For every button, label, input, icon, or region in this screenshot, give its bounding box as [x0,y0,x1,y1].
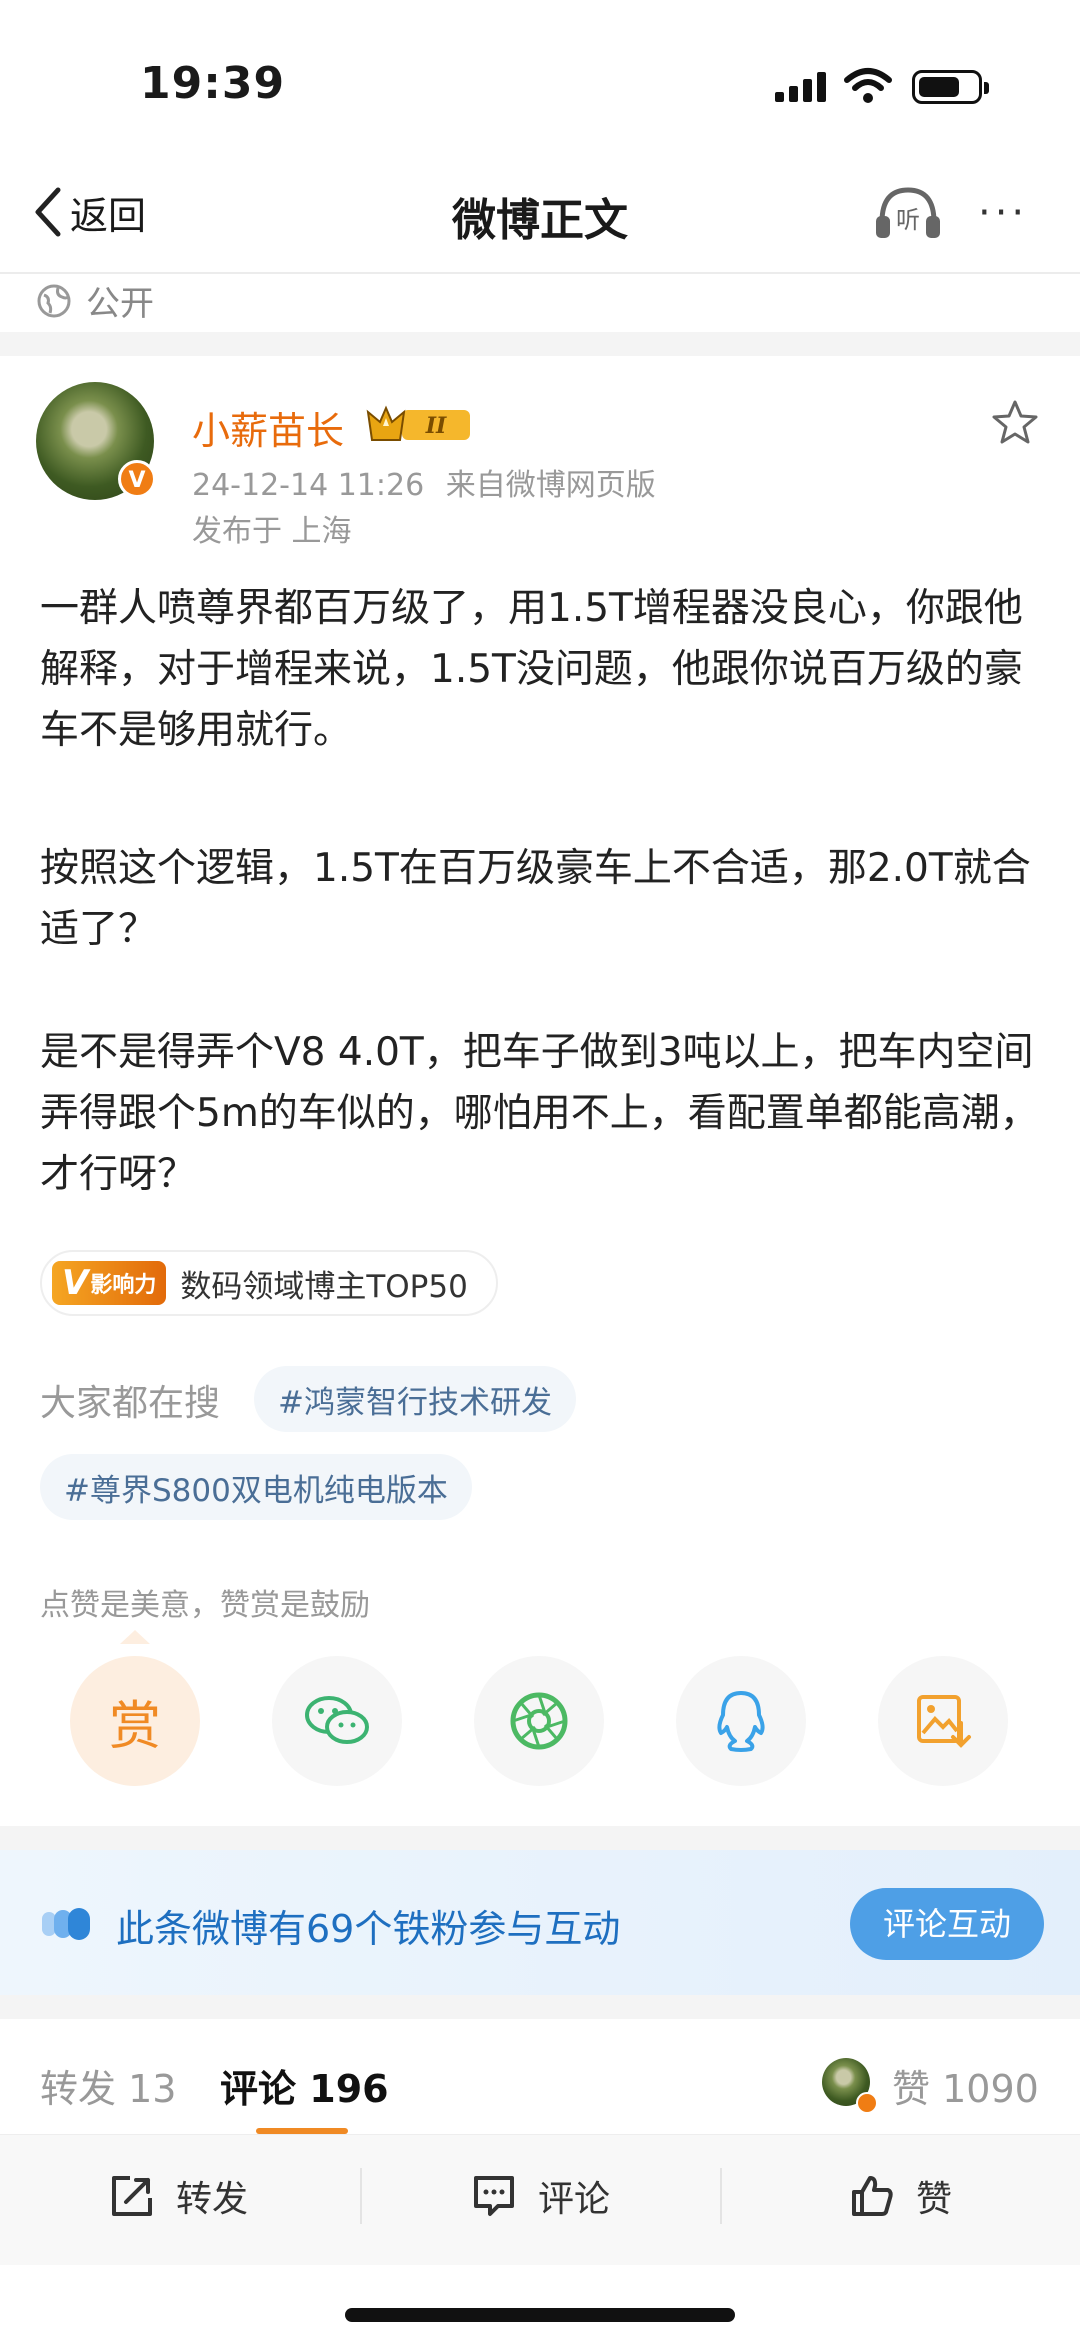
section-gap [0,1826,1080,1850]
share-moments-button[interactable] [474,1656,604,1786]
more-options-button[interactable]: ··· [978,190,1028,236]
cellular-signal-icon [775,72,826,102]
share-arrow-icon [112,2176,152,2216]
visibility-label: 公开 [86,284,154,324]
listen-button[interactable]: 听 [872,182,944,246]
svg-text:听: 听 [896,206,920,234]
trending-tag-1[interactable]: #鸿蒙智行技术研发 [254,1366,576,1432]
comment-bubble-icon [474,2176,514,2216]
post-paragraph-3: 是不是得弄个V8 4.0T，把车子做到3吨以上，把车内空间弄得跟个5m的车似的，… [40,1030,1039,1197]
comment-interact-button[interactable]: 评论互动 [850,1888,1044,1960]
home-indicator [345,2308,735,2322]
bar-separator [720,2168,722,2224]
post-meta: 24-12-14 11:26 来自微博网页版 [192,460,656,504]
influence-logo: V 影响力 [52,1261,167,1305]
thumbs-up-icon [852,2176,893,2216]
visibility-row: 公开 [36,276,154,325]
vip-level-badge: II [366,405,470,441]
influence-badge[interactable]: V 影响力 数码领域博主TOP50 [40,1250,498,1316]
headphones-icon: 听 [876,187,940,238]
author-name[interactable]: 小薪苗长 [192,400,344,455]
save-image-icon [917,1695,971,1748]
status-time: 19:39 [140,58,286,109]
share-qq-button[interactable] [676,1656,806,1786]
battery-icon [912,70,989,104]
globe-icon [37,284,71,317]
bar-separator [360,2168,362,2224]
moments-icon [510,1692,568,1750]
comment-button[interactable]: 评论 [470,2170,610,2222]
favorite-star-icon[interactable] [990,398,1040,448]
influence-label: 数码领域博主TOP50 [180,1268,468,1305]
verified-badge: V [118,460,156,498]
trending-label: 大家都在搜 [40,1383,221,1424]
tab-repost[interactable]: 转发 13 [40,2058,176,2113]
wechat-icon [305,1696,369,1744]
post-timestamp: 24-12-14 11:26 [192,468,425,503]
save-image-button[interactable] [878,1656,1008,1786]
section-gap [0,1995,1080,2019]
post-paragraph-2: 按照这个逻辑，1.5T在百万级豪车上不合适，那2.0T就合适了？ [40,846,1031,952]
like-button[interactable]: 赞 [848,2170,952,2222]
tab-comment[interactable]: 评论 196 [220,2058,389,2113]
qq-icon [717,1691,765,1752]
hint-pointer [120,1630,150,1644]
fans-banner-text: 此条微博有69个铁粉参与互动 [116,1907,621,1951]
vip-level-text: II [425,413,447,439]
wifi-icon [844,68,892,103]
section-gap [0,332,1080,356]
liker-verified-badge [856,2092,878,2114]
post-source: 来自微博网页版 [445,468,656,503]
nav-divider [0,272,1080,274]
share-wechat-button[interactable] [272,1656,402,1786]
tab-like[interactable]: 赞 1090 [892,2058,1039,2113]
reward-button[interactable]: 赏 [70,1656,200,1786]
repost-button[interactable]: 转发 [108,2170,248,2222]
trending-tag-2[interactable]: #尊界S800双电机纯电版本 [40,1454,472,1520]
post-paragraph-1: 一群人喷尊界都百万级了，用1.5T增程器没良心，你跟他解释，对于增程来说，1.5… [40,586,1023,753]
fans-icon [42,1908,90,1940]
reward-hint: 点赞是美意，赞赏是鼓励 [40,1588,370,1623]
post-location: 发布于 上海 [192,514,352,549]
